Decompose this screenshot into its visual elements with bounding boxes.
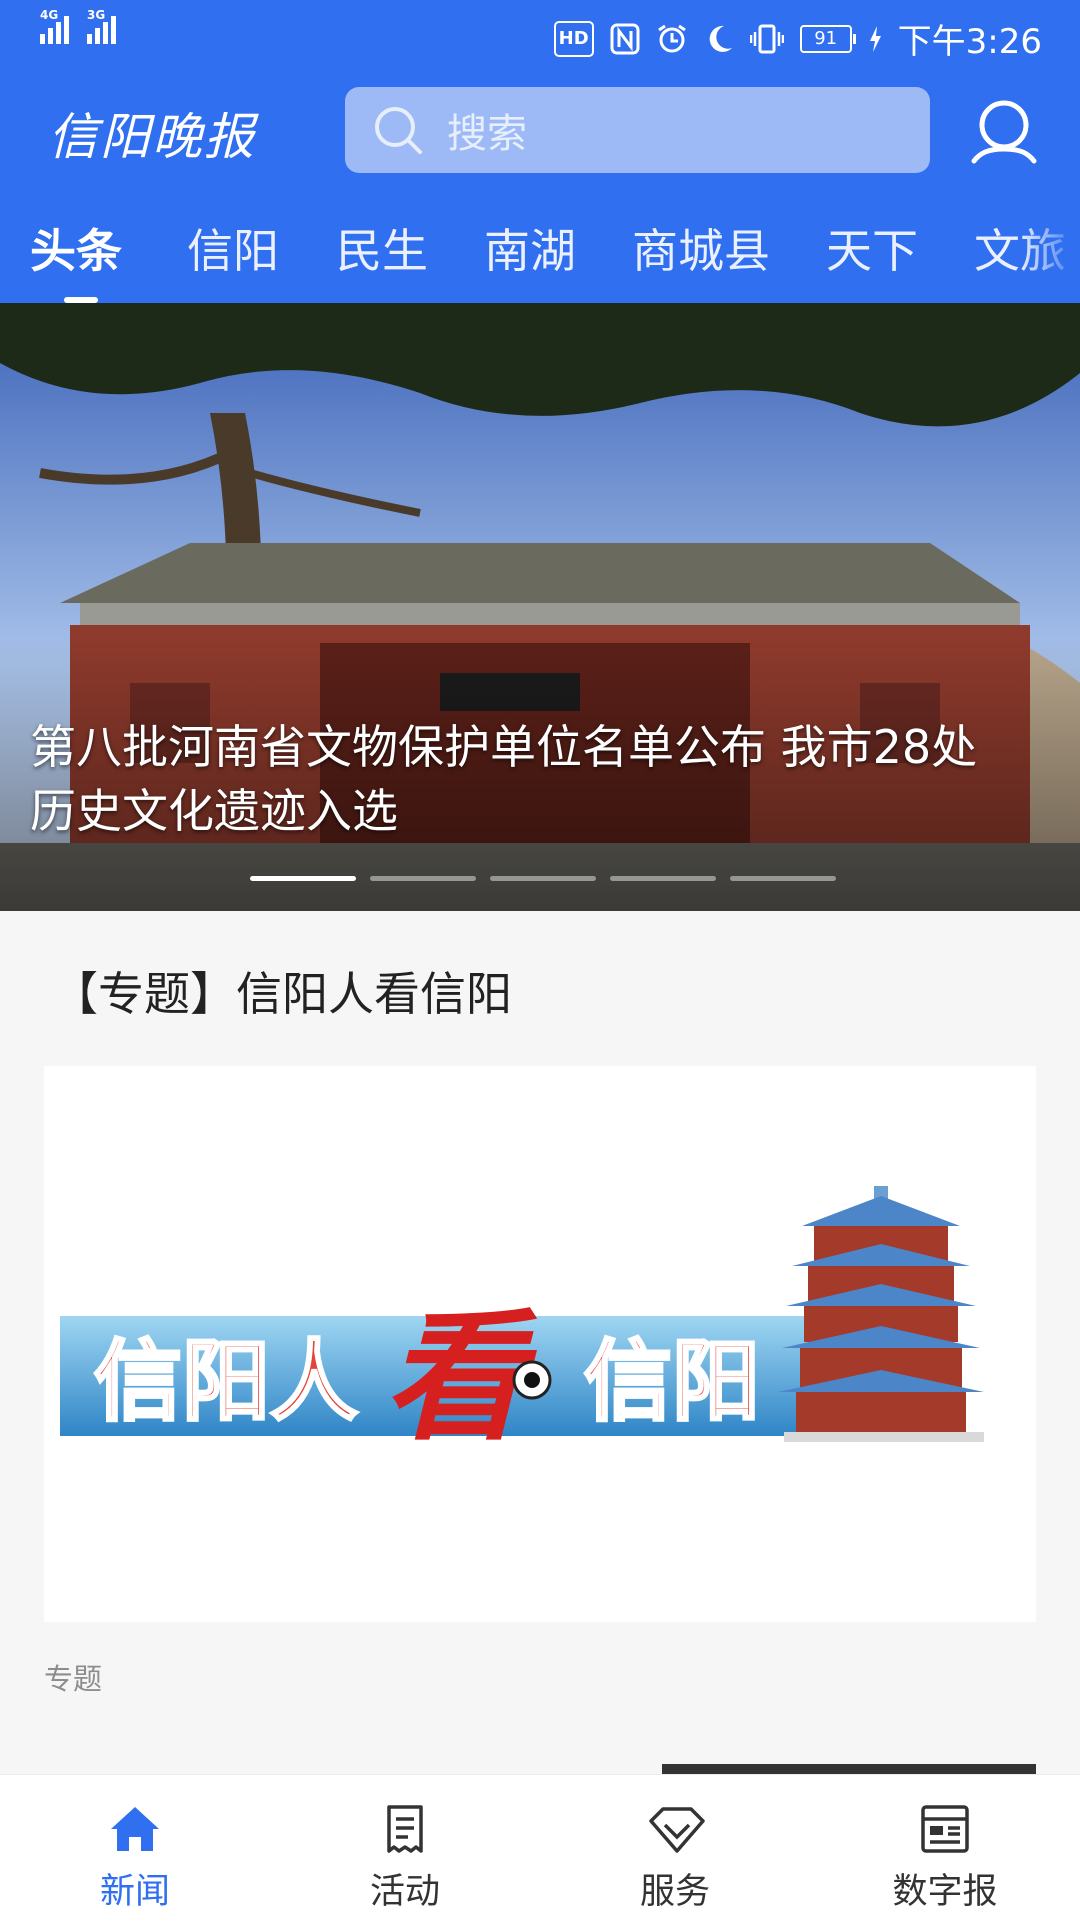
moon-icon (704, 23, 734, 55)
status-time: 下午3:26 (897, 22, 1042, 62)
tab-headlines[interactable]: 头条 (30, 215, 122, 281)
carousel-dot (250, 876, 356, 881)
status-bar: 4G 3G HD 91 下午3:26 (0, 0, 1080, 75)
carousel-dot (370, 876, 476, 881)
tab-nanhu[interactable]: 南湖 (484, 215, 576, 281)
tab-minsheng[interactable]: 民生 (336, 215, 428, 281)
nav-services-label: 服务 (639, 1872, 710, 1912)
carousel-dot (610, 876, 716, 881)
nav-news[interactable]: 新闻 (0, 1775, 270, 1921)
tabs-fade (1020, 185, 1080, 303)
search-bar[interactable]: 搜索 (345, 87, 930, 173)
signal-icon: 4G (40, 8, 69, 44)
topic-tag: 专题 (44, 1662, 103, 1696)
eye-pupil (524, 1372, 540, 1388)
alarm-icon (656, 23, 688, 55)
nav-activities[interactable]: 活动 (270, 1775, 540, 1921)
diamond-icon (649, 1807, 705, 1853)
section-title[interactable]: 【专题】信阳人看信阳 (52, 958, 512, 1024)
nav-services[interactable]: 服务 (540, 1775, 810, 1921)
banner-headline[interactable]: 第八批河南省文物保护单位名单公布 我市28处历史文化遗迹入选 (30, 715, 1020, 843)
carousel-indicators (250, 876, 836, 881)
topic-text-3: 信阳 (584, 1330, 760, 1433)
hd-icon: HD (553, 20, 594, 57)
topic-banner-graphic: 信阳人 看 信阳 (60, 1186, 984, 1460)
tab-xinyang[interactable]: 信阳 (187, 215, 279, 281)
app-header: 信阳晚报 搜索 (0, 75, 1080, 185)
battery-icon: 91 (799, 24, 856, 53)
receipt-icon (387, 1805, 423, 1853)
newspaper-icon (921, 1805, 969, 1853)
charging-icon (868, 23, 882, 55)
user-icon[interactable] (968, 95, 1040, 167)
tab-shangcheng[interactable]: 商城县 (632, 215, 770, 281)
vibrate-icon (749, 23, 784, 55)
search-icon (375, 107, 422, 154)
tab-tianxia[interactable]: 天下 (826, 215, 918, 281)
nav-activities-label: 活动 (369, 1872, 440, 1912)
nfc-icon (610, 23, 640, 55)
carousel-dot (490, 876, 596, 881)
bottom-navigation: 新闻 活动 服务 数字报 (0, 1774, 1080, 1921)
topic-text-1: 信阳人 (94, 1330, 358, 1433)
category-tabs: 头条 信阳 民生 南湖 商城县 天下 文旅 (0, 185, 1080, 303)
search-placeholder: 搜索 (447, 111, 527, 157)
nav-digital-paper-label: 数字报 (892, 1872, 998, 1912)
home-icon (111, 1807, 159, 1851)
signal-icon-2: 3G (87, 8, 116, 44)
news-carousel[interactable]: 第八批河南省文物保护单位名单公布 我市28处历史文化遗迹入选 (0, 303, 1080, 911)
app-logo: 信阳晚报 (48, 108, 256, 166)
nav-news-label: 新闻 (99, 1872, 170, 1912)
carousel-dot (730, 876, 836, 881)
nav-digital-paper[interactable]: 数字报 (810, 1775, 1080, 1921)
topic-card-image[interactable]: 信阳人 看 信阳 (44, 1066, 1036, 1622)
